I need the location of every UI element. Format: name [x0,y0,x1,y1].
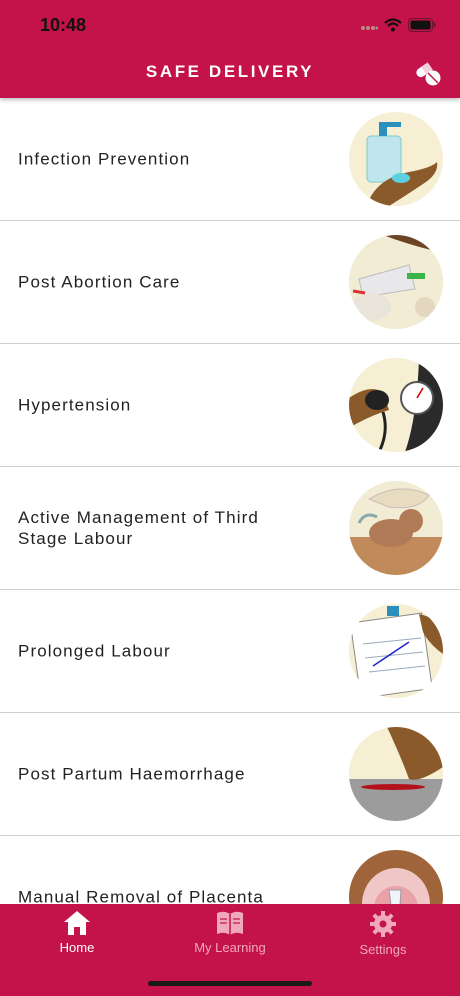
module-label: Post Partum Haemorrhage [18,764,246,784]
tab-my-learning[interactable]: My Learning [170,910,290,955]
module-label: Infection Prevention [18,149,191,169]
status-bar: 10:48 [40,14,436,38]
book-icon [217,911,243,935]
home-icon [64,911,90,935]
tab-home-label: Home [59,940,95,955]
module-row-post-abortion-care[interactable]: Post Abortion Care [0,221,460,344]
app-header: 10:48 SAFE DELIVERY [0,0,460,98]
module-row-post-partum-haemorrhage[interactable]: Post Partum Haemorrhage [0,713,460,836]
haemorrhage-illustration [349,727,443,821]
pills-button[interactable] [414,61,442,92]
gear-icon [370,911,396,937]
module-label: Prolonged Labour [18,641,171,661]
pills-icon [416,62,441,86]
status-time: 10:48 [40,15,87,35]
module-label: Post Abortion Care [18,272,181,292]
tab-home[interactable]: Home [17,910,137,955]
module-row-prolonged-labour[interactable]: Prolonged Labour [0,590,460,713]
tab-my-learning-label: My Learning [194,940,266,955]
module-row-infection-prevention[interactable]: Infection Prevention [0,98,460,221]
post-abortion-care-illustration [349,235,443,329]
module-label: Manual Removal of Placenta [18,887,264,905]
module-row-manual-removal-of-placenta[interactable]: Manual Removal of Placenta [0,836,460,904]
module-label: Active Management of Third Stage Labour [18,508,259,548]
tab-settings[interactable]: Settings [323,910,443,957]
battery-icon [408,18,436,32]
module-row-active-management-third-stage-labour[interactable]: Active Management of Third Stage Labour [0,467,460,590]
hand-sanitizer-illustration [349,112,443,206]
page-title: SAFE DELIVERY [145,62,315,81]
newborn-illustration [349,481,443,575]
blood-pressure-cuff-illustration [349,358,443,452]
module-row-hypertension[interactable]: Hypertension [0,344,460,467]
home-indicator [148,981,312,986]
tab-settings-label: Settings [359,942,407,957]
partograph-illustration [349,604,443,698]
module-label: Hypertension [18,395,132,415]
wifi-icon [384,18,402,32]
cellular-signal-icon [361,26,378,30]
placenta-illustration [349,850,443,904]
module-list: Infection Prevention Post Abortion Care [0,98,460,904]
status-icons [360,18,436,32]
